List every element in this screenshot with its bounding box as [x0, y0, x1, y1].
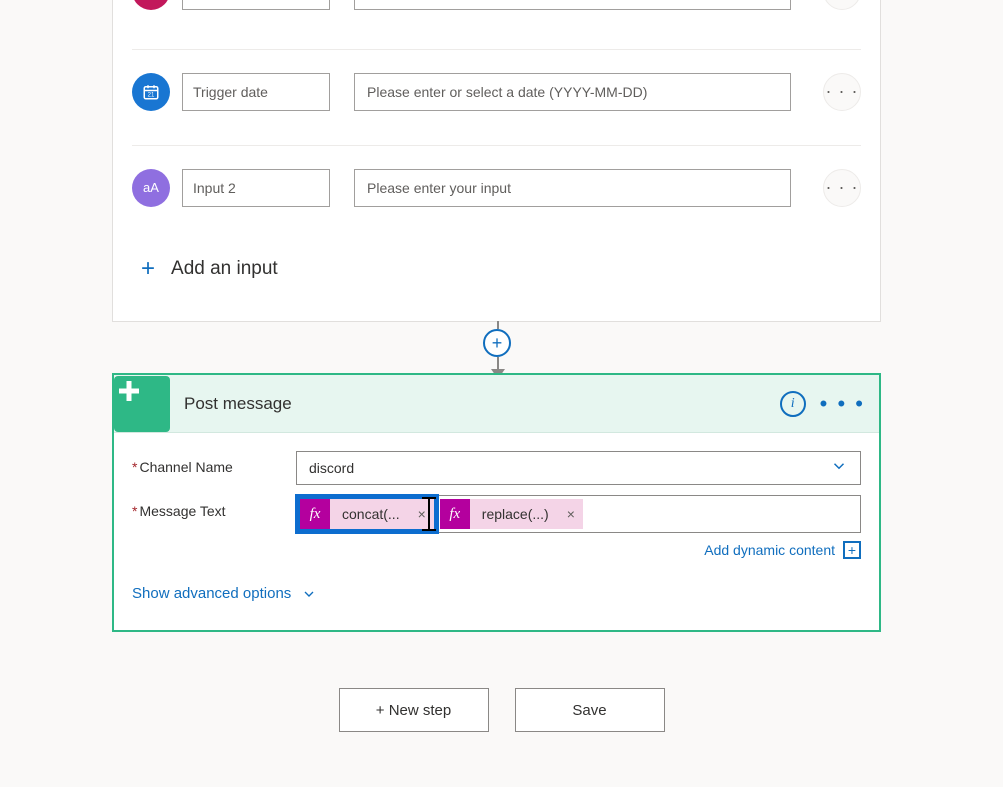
chevron-down-icon — [301, 586, 317, 602]
channel-select[interactable]: discord — [296, 451, 861, 485]
fx-icon: fx — [300, 499, 330, 529]
fx-icon: fx — [440, 499, 470, 529]
param-name-input[interactable]: Trigger date — [182, 73, 330, 111]
param-value-input[interactable]: Please enter or select a date (YYYY-MM-D… — [354, 73, 791, 111]
action-menu-button[interactable]: • • • — [820, 391, 865, 417]
chevron-down-icon — [830, 457, 848, 480]
param-name-input[interactable] — [182, 0, 330, 10]
field-label: *Channel Name — [132, 451, 296, 475]
slack-icon — [114, 376, 170, 432]
info-icon[interactable]: i — [780, 391, 806, 417]
calendar-icon: 21 — [132, 73, 170, 111]
expression-token-concat[interactable]: fx concat(... × — [300, 499, 434, 529]
token-label: replace(...) — [470, 506, 559, 522]
plus-box-icon: + — [843, 541, 861, 559]
expression-token-replace[interactable]: fx replace(...) × — [440, 499, 583, 529]
param-value-input[interactable]: Please enter your input — [354, 169, 791, 207]
trigger-param-row: 21 Trigger date Please enter or select a… — [132, 49, 861, 109]
dynamic-content-label: Add dynamic content — [704, 542, 835, 558]
insert-step-button[interactable]: + — [483, 329, 511, 357]
param-value-input[interactable] — [354, 0, 791, 10]
param-name-input[interactable]: Input 2 — [182, 169, 330, 207]
field-label: *Message Text — [132, 495, 296, 519]
advanced-options-label: Show advanced options — [132, 585, 291, 602]
text-input-icon: aA — [132, 169, 170, 207]
channel-value: discord — [309, 460, 354, 476]
add-input-label: Add an input — [171, 258, 278, 280]
svg-text:21: 21 — [148, 92, 155, 98]
trigger-param-row: · · · — [132, 0, 861, 11]
bottom-button-bar: + New step Save — [0, 688, 1003, 732]
new-step-button[interactable]: + New step — [339, 688, 489, 732]
trigger-card: · · · 21 Trigger date Please enter or se… — [112, 0, 881, 322]
trigger-param-row: aA Input 2 Please enter your input · · · — [132, 145, 861, 205]
action-card-post-message: Post message i • • • *Channel Name disco… — [112, 373, 881, 632]
text-icon — [132, 0, 170, 10]
field-row-message: *Message Text fx concat(... × fx replace… — [132, 495, 861, 559]
token-remove-button[interactable]: × — [559, 506, 583, 522]
token-label: concat(... — [330, 506, 410, 522]
plus-icon: + — [141, 255, 155, 283]
action-header[interactable]: Post message i • • • — [114, 375, 879, 433]
add-dynamic-content-link[interactable]: Add dynamic content + — [296, 541, 861, 559]
save-button[interactable]: Save — [515, 688, 665, 732]
param-menu-button[interactable]: · · · — [823, 73, 861, 111]
message-text-input[interactable]: fx concat(... × fx replace(...) × — [296, 495, 861, 533]
field-row-channel: *Channel Name discord — [132, 451, 861, 485]
action-title: Post message — [184, 394, 780, 414]
token-remove-button[interactable]: × — [410, 506, 434, 522]
param-menu-button[interactable]: · · · — [823, 0, 861, 10]
show-advanced-options-link[interactable]: Show advanced options — [132, 585, 861, 602]
add-input-button[interactable]: + Add an input — [141, 255, 278, 283]
flow-connector: + — [483, 321, 513, 373]
param-menu-button[interactable]: · · · — [823, 169, 861, 207]
